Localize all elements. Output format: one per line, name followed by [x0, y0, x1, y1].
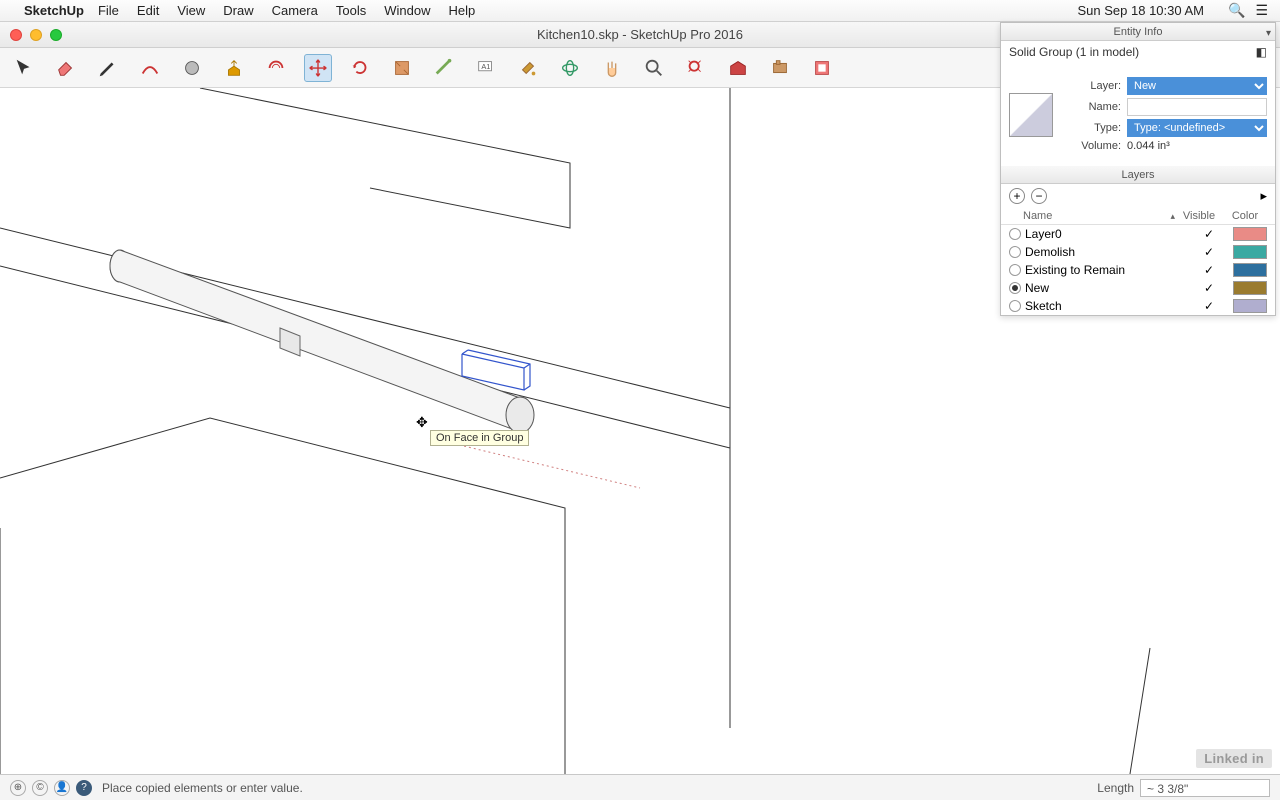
- close-button[interactable]: [10, 29, 22, 41]
- paint-tool[interactable]: [514, 54, 542, 82]
- layer-visible[interactable]: ✓: [1185, 299, 1233, 313]
- name-input[interactable]: [1127, 98, 1267, 116]
- svg-text:A1: A1: [481, 61, 490, 70]
- layer-color-swatch[interactable]: [1233, 227, 1267, 241]
- scale-tool[interactable]: [388, 54, 416, 82]
- credits-icon[interactable]: ©: [32, 780, 48, 796]
- warehouse-tool[interactable]: [724, 54, 752, 82]
- type-select[interactable]: Type: <undefined>: [1127, 119, 1267, 137]
- menu-file[interactable]: File: [98, 3, 119, 18]
- layer-row[interactable]: Existing to Remain✓: [1001, 261, 1275, 279]
- layer-name: Existing to Remain: [1025, 263, 1185, 277]
- layer-visible[interactable]: ✓: [1185, 281, 1233, 295]
- volume-label: Volume:: [1061, 140, 1121, 152]
- layer-row[interactable]: Layer0✓: [1001, 225, 1275, 243]
- layer-color-swatch[interactable]: [1233, 281, 1267, 295]
- entity-selection-label: Solid Group (1 in model) ◧: [1001, 41, 1275, 63]
- menu-window[interactable]: Window: [384, 3, 430, 18]
- measurement-input[interactable]: ~ 3 3/8": [1140, 779, 1270, 797]
- minimize-button[interactable]: [30, 29, 42, 41]
- layer-name: Sketch: [1025, 299, 1185, 313]
- zoomextents-tool[interactable]: [682, 54, 710, 82]
- layer-radio[interactable]: [1009, 264, 1021, 276]
- menu-view[interactable]: View: [177, 3, 205, 18]
- spotlight-icon[interactable]: 🔍: [1228, 2, 1245, 19]
- layers-col-name[interactable]: Name: [1009, 210, 1170, 222]
- menubar-clock: Sun Sep 18 10:30 AM: [1078, 3, 1204, 18]
- volume-value: 0.044 in³: [1127, 140, 1267, 152]
- layers-menu-icon[interactable]: ▸: [1260, 188, 1267, 204]
- menu-help[interactable]: Help: [448, 3, 475, 18]
- layer-color-swatch[interactable]: [1233, 299, 1267, 313]
- layer-visible[interactable]: ✓: [1185, 227, 1233, 241]
- app-name[interactable]: SketchUp: [24, 3, 84, 18]
- text-tool[interactable]: A1: [472, 54, 500, 82]
- pushpull-tool[interactable]: [220, 54, 248, 82]
- extensions-tool[interactable]: [766, 54, 794, 82]
- move-tool[interactable]: [304, 54, 332, 82]
- layer-radio[interactable]: [1009, 246, 1021, 258]
- menu-camera[interactable]: Camera: [272, 3, 318, 18]
- menu-list-icon[interactable]: ☰: [1255, 2, 1268, 19]
- remove-layer-button[interactable]: −: [1031, 188, 1047, 204]
- collapse-icon[interactable]: ▾: [1266, 25, 1271, 43]
- eraser-tool[interactable]: [52, 54, 80, 82]
- inference-tooltip: On Face in Group: [430, 430, 529, 446]
- layer-row[interactable]: Demolish✓: [1001, 243, 1275, 261]
- status-bar: ⊕ © 👤 ? Place copied elements or enter v…: [0, 774, 1280, 800]
- name-label: Name:: [1061, 101, 1121, 113]
- layer-radio[interactable]: [1009, 282, 1021, 294]
- layer-radio[interactable]: [1009, 300, 1021, 312]
- layer-color-swatch[interactable]: [1233, 263, 1267, 277]
- maximize-button[interactable]: [50, 29, 62, 41]
- layers-col-visible[interactable]: Visible: [1175, 210, 1223, 222]
- profile-icon[interactable]: 👤: [54, 780, 70, 796]
- status-message: Place copied elements or enter value.: [102, 781, 303, 795]
- layer-name: New: [1025, 281, 1185, 295]
- layers-panel-header[interactable]: Layers: [1001, 166, 1275, 184]
- menu-edit[interactable]: Edit: [137, 3, 159, 18]
- menu-draw[interactable]: Draw: [223, 3, 253, 18]
- type-label: Type:: [1061, 122, 1121, 134]
- pan-tool[interactable]: [598, 54, 626, 82]
- rotate-tool[interactable]: [346, 54, 374, 82]
- offset-tool[interactable]: [262, 54, 290, 82]
- arc-tool[interactable]: [136, 54, 164, 82]
- entity-info-header[interactable]: Entity Info ▾: [1001, 23, 1275, 41]
- layer-label: Layer:: [1061, 80, 1121, 92]
- pencil-tool[interactable]: [94, 54, 122, 82]
- orbit-tool[interactable]: [556, 54, 584, 82]
- layer-color-swatch[interactable]: [1233, 245, 1267, 259]
- add-layer-button[interactable]: +: [1009, 188, 1025, 204]
- layer-visible[interactable]: ✓: [1185, 263, 1233, 277]
- geo-icon[interactable]: ⊕: [10, 780, 26, 796]
- zoom-tool[interactable]: [640, 54, 668, 82]
- window-controls: [10, 29, 62, 41]
- tape-tool[interactable]: [430, 54, 458, 82]
- measurement-label: Length: [1097, 781, 1134, 795]
- move-cursor-icon: ✥: [416, 414, 428, 431]
- linkedin-badge: Linked in: [1196, 749, 1272, 768]
- select-tool[interactable]: [10, 54, 38, 82]
- menu-tools[interactable]: Tools: [336, 3, 366, 18]
- layer-name: Demolish: [1025, 245, 1185, 259]
- entity-info-panel: Entity Info ▾ Solid Group (1 in model) ◧…: [1000, 22, 1276, 316]
- info-icon[interactable]: ?: [76, 780, 92, 796]
- layers-col-color[interactable]: Color: [1223, 210, 1267, 222]
- layout-tool[interactable]: [808, 54, 836, 82]
- layer-row[interactable]: Sketch✓: [1001, 297, 1275, 315]
- entity-info-title: Entity Info: [1114, 26, 1163, 38]
- entity-thumbnail[interactable]: [1009, 93, 1053, 137]
- layer-radio[interactable]: [1009, 228, 1021, 240]
- layer-row[interactable]: New✓: [1001, 279, 1275, 297]
- details-icon[interactable]: ◧: [1256, 45, 1267, 59]
- layer-name: Layer0: [1025, 227, 1185, 241]
- layer-select[interactable]: New: [1127, 77, 1267, 95]
- mac-menubar: SketchUp File Edit View Draw Camera Tool…: [0, 0, 1280, 22]
- layers-title: Layers: [1121, 169, 1154, 181]
- shape-tool[interactable]: [178, 54, 206, 82]
- layer-visible[interactable]: ✓: [1185, 245, 1233, 259]
